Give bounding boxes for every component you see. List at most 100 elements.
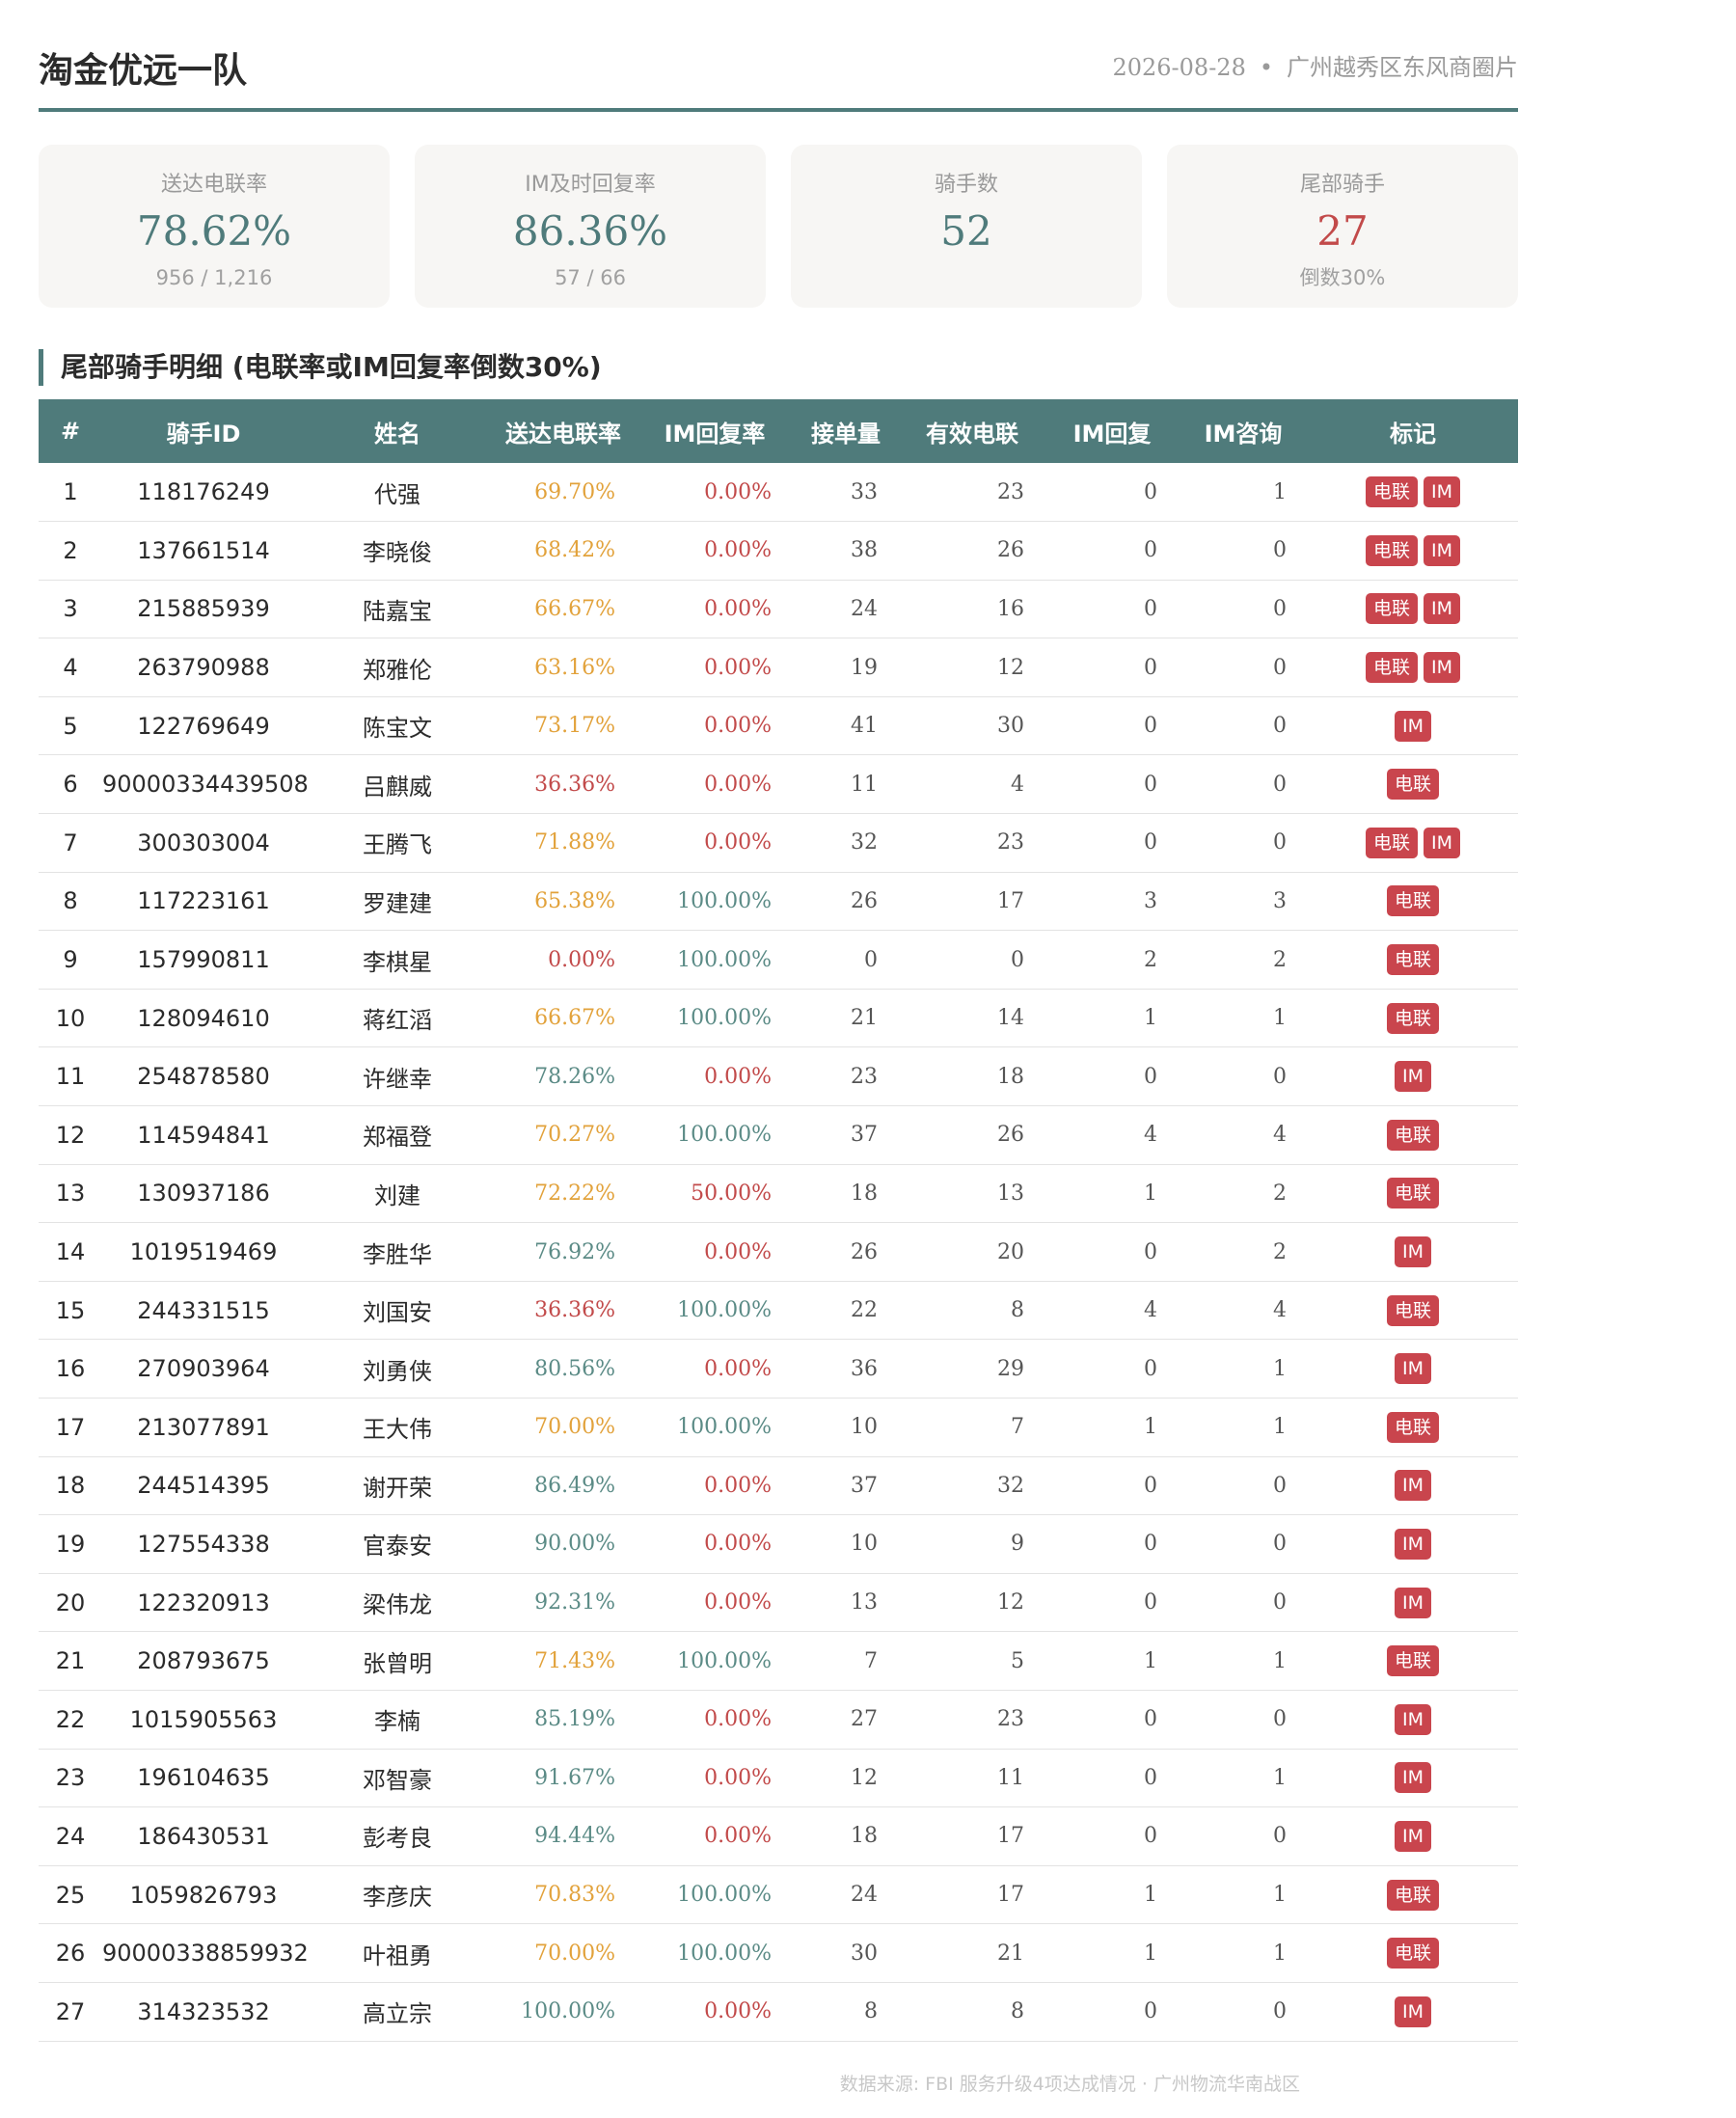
tag-im: IM xyxy=(1395,710,1431,742)
table-row[interactable]: 18 244514395 谢开荣 86.49% 0.00% 37 32 0 0 IM xyxy=(39,1456,1518,1515)
col-header-valid-calls[interactable]: 有效电联 xyxy=(899,399,1045,463)
cell-im-consults: 0 xyxy=(1273,655,1287,680)
table-row[interactable]: 14 1019519469 李胜华 76.92% 0.00% 26 20 0 2 IM xyxy=(39,1223,1518,1282)
table-row[interactable]: 27 314323532 高立宗 100.00% 0.00% 8 8 0 0 IM xyxy=(39,1982,1518,2042)
table-row[interactable]: 22 1015905563 李楠 85.19% 0.00% 27 23 0 0 IM xyxy=(39,1690,1518,1750)
cell-im-consults: 0 xyxy=(1273,772,1287,797)
table-row[interactable]: 6 90000334439508 吕麒威 36.36% 0.00% 11 4 0 0 电联 xyxy=(39,755,1518,814)
cell-im-consults: 0 xyxy=(1273,1590,1287,1616)
table-row[interactable]: 21 208793675 张曾明 71.43% 100.00% 7 5 1 1 电联 xyxy=(39,1632,1518,1691)
cell-rider-id: 128094610 xyxy=(137,1004,270,1032)
cell-orders: 18 xyxy=(851,1824,878,1849)
col-header-im-rate[interactable]: IM回复率 xyxy=(637,399,793,463)
cell-name: 叶祖勇 xyxy=(363,1942,432,1969)
cell-im-replies: 0 xyxy=(1144,538,1157,563)
cell-orders: 38 xyxy=(851,538,878,563)
table-row[interactable]: 5 122769649 陈宝文 73.17% 0.00% 41 30 0 0 IM xyxy=(39,696,1518,755)
cell-im-consults: 1 xyxy=(1273,1941,1287,1966)
cell-index: 20 xyxy=(55,1588,86,1616)
col-header-tags[interactable]: 标记 xyxy=(1308,399,1518,463)
col-header-call-rate[interactable]: 送达电联率 xyxy=(490,399,637,463)
table-row[interactable]: 4 263790988 郑雅伦 63.16% 0.00% 19 12 0 0 电联 IM xyxy=(39,638,1518,697)
table-row[interactable]: 19 127554338 官泰安 90.00% 0.00% 10 9 0 0 IM xyxy=(39,1515,1518,1574)
table-row[interactable]: 10 128094610 蒋红滔 66.67% 100.00% 21 14 1 1 电联 xyxy=(39,989,1518,1047)
table-row[interactable]: 8 117223161 罗建建 65.38% 100.00% 26 17 3 3 电联 xyxy=(39,872,1518,931)
cell-tags: 电联 xyxy=(1308,1106,1518,1165)
cell-call-rate: 73.17% xyxy=(534,714,615,739)
cell-call-rate: 72.22% xyxy=(534,1181,615,1206)
cell-im-replies: 1 xyxy=(1144,1181,1157,1206)
cell-name: 郑雅伦 xyxy=(363,656,432,684)
col-header-name[interactable]: 姓名 xyxy=(305,399,490,463)
cell-im-consults: 1 xyxy=(1273,1415,1287,1440)
cell-orders: 27 xyxy=(851,1707,878,1732)
kpi-label: 送达电联率 xyxy=(160,173,267,197)
tag-call: 电联 xyxy=(1386,1294,1439,1326)
table-row[interactable]: 11 254878580 许继幸 78.26% 0.00% 23 18 0 0 IM xyxy=(39,1047,1518,1106)
table-row[interactable]: 25 1059826793 李彦庆 70.83% 100.00% 24 17 1 1 电联 xyxy=(39,1865,1518,1924)
cell-im-rate: 0.00% xyxy=(704,830,772,855)
col-header-im-consults[interactable]: IM咨询 xyxy=(1179,399,1308,463)
cell-name: 陈宝文 xyxy=(363,715,432,743)
table-row[interactable]: 26 90000338859932 叶祖勇 70.00% 100.00% 30 21 1 1 电联 xyxy=(39,1924,1518,1983)
table-row[interactable]: 3 215885939 陆嘉宝 66.67% 0.00% 24 16 0 0 电联 IM xyxy=(39,580,1518,638)
kpi-cards: 送达电联率 78.62% 956 / 1,216 IM及时回复率 86.36% … xyxy=(39,145,1518,308)
cell-im-rate: 0.00% xyxy=(704,1356,772,1381)
cell-rider-id: 130937186 xyxy=(137,1180,270,1208)
cell-im-rate: 0.00% xyxy=(704,1064,772,1089)
table-row[interactable]: 7 300303004 王腾飞 71.88% 0.00% 32 23 0 0 电联 IM xyxy=(39,814,1518,873)
cell-name: 李棋星 xyxy=(363,948,432,976)
cell-name: 李彦庆 xyxy=(363,1884,432,1912)
cell-call-rate: 0.00% xyxy=(548,947,615,972)
table-row[interactable]: 23 196104635 邓智豪 91.67% 0.00% 12 11 0 1 IM xyxy=(39,1749,1518,1807)
table-row[interactable]: 9 157990811 李棋星 0.00% 100.00% 0 0 2 2 电联 xyxy=(39,931,1518,990)
cell-im-replies: 0 xyxy=(1144,1356,1157,1381)
kpi-sub xyxy=(791,264,1142,291)
cell-im-consults: 1 xyxy=(1273,1356,1287,1381)
table-row[interactable]: 17 213077891 王大伟 70.00% 100.00% 10 7 1 1 电联 xyxy=(39,1398,1518,1457)
cell-im-replies: 1 xyxy=(1144,1648,1157,1673)
col-header-im-replies[interactable]: IM回复 xyxy=(1045,399,1179,463)
cell-tags: 电联 IM xyxy=(1308,463,1518,522)
cell-im-replies: 3 xyxy=(1144,888,1157,913)
cell-im-rate: 0.00% xyxy=(704,1239,772,1264)
cell-index: 4 xyxy=(63,654,78,682)
table-row[interactable]: 15 244331515 刘国安 36.36% 100.00% 22 8 4 4 电联 xyxy=(39,1281,1518,1340)
table-row[interactable]: 24 186430531 彭考良 94.44% 0.00% 18 17 0 0 IM xyxy=(39,1807,1518,1866)
cell-call-rate: 68.42% xyxy=(534,538,615,563)
cell-im-consults: 0 xyxy=(1273,596,1287,621)
tag-call: 电联 xyxy=(1386,1178,1439,1209)
table-row[interactable]: 20 122320913 梁伟龙 92.31% 0.00% 13 12 0 0 IM xyxy=(39,1573,1518,1632)
cell-orders: 13 xyxy=(851,1590,878,1616)
cell-im-replies: 1 xyxy=(1144,1415,1157,1440)
cell-valid-calls: 21 xyxy=(997,1941,1024,1966)
col-header-rider-id[interactable]: 骑手ID xyxy=(102,399,305,463)
cell-valid-calls: 17 xyxy=(997,888,1024,913)
cell-index: 3 xyxy=(63,595,78,623)
cell-call-rate: 86.49% xyxy=(534,1473,615,1498)
tag-im: IM xyxy=(1395,1470,1431,1502)
tail-riders-table: # 骑手ID 姓名 送达电联率 IM回复率 接单量 有效电联 IM回复 IM咨询… xyxy=(39,399,1518,2042)
cell-im-rate: 100.00% xyxy=(677,1006,772,1031)
report-area: 广州越秀区东风商圈片 xyxy=(1287,54,1518,81)
table-body: 1 118176249 代强 69.70% 0.00% 33 23 0 1 电联 IM 2 137661… xyxy=(39,463,1518,2042)
cell-tags: 电联 xyxy=(1308,755,1518,814)
cell-orders: 18 xyxy=(851,1181,878,1206)
cell-im-consults: 0 xyxy=(1273,538,1287,563)
cell-valid-calls: 12 xyxy=(997,1590,1024,1616)
table-row[interactable]: 1 118176249 代强 69.70% 0.00% 33 23 0 1 电联 IM xyxy=(39,463,1518,522)
col-header-index[interactable]: # xyxy=(39,399,102,463)
table-row[interactable]: 16 270903964 刘勇侠 80.56% 0.00% 36 29 0 1 IM xyxy=(39,1340,1518,1398)
cell-orders: 8 xyxy=(864,1999,878,2024)
cell-orders: 33 xyxy=(851,479,878,504)
table-row[interactable]: 12 114594841 郑福登 70.27% 100.00% 37 26 4 4 电联 xyxy=(39,1106,1518,1165)
meta-separator: • xyxy=(1259,54,1273,81)
cell-tags: 电联 xyxy=(1308,1164,1518,1223)
table-row[interactable]: 13 130937186 刘建 72.22% 50.00% 18 13 1 2 电联 xyxy=(39,1164,1518,1223)
cell-rider-id: 122769649 xyxy=(137,712,270,740)
tag-im: IM xyxy=(1395,1236,1431,1268)
table-row[interactable]: 2 137661514 李晓俊 68.42% 0.00% 38 26 0 0 电联 IM xyxy=(39,522,1518,581)
col-header-orders[interactable]: 接单量 xyxy=(793,399,899,463)
cell-im-replies: 1 xyxy=(1144,1941,1157,1966)
cell-im-rate: 0.00% xyxy=(704,596,772,621)
